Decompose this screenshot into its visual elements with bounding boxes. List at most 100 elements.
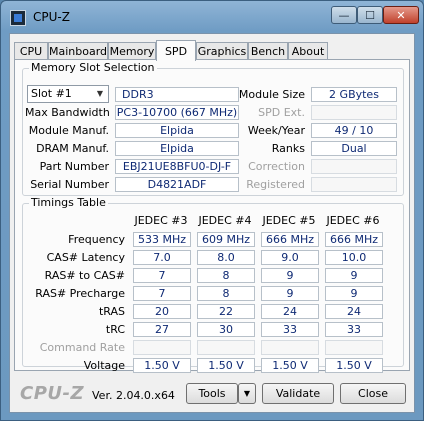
cpuz-app-icon [10,10,26,26]
timing-value: 20 [133,304,191,319]
correction-value [311,159,397,174]
timing-value: 8.0 [197,250,255,265]
dram-manuf-label: DRAM Manuf. [36,142,109,155]
close-button[interactable]: Close [340,383,406,404]
timing-value [325,340,383,355]
dram-manuf-value: Elpida [115,141,239,156]
week-year-value: 49 / 10 [311,123,397,138]
timing-value: 22 [197,304,255,319]
tab-graphics[interactable]: Graphics [196,42,248,60]
timing-value: 1.50 V [261,358,319,373]
timing-value [197,340,255,355]
registered-label: Registered [246,178,305,191]
window-title: CPU-Z [33,10,70,24]
part-number-label: Part Number [39,160,109,173]
serial-number-label: Serial Number [30,178,109,191]
close-button-label: Close [358,387,388,400]
timing-value: 27 [133,322,191,337]
timing-column-header: JEDEC #4 [198,214,252,227]
timing-row-label: Frequency [68,233,125,246]
title-bar[interactable]: CPU-Z — ☐ ✕ [1,1,423,33]
timing-value: 9 [261,268,319,283]
timing-value: 24 [261,304,319,319]
timing-row-label: CAS# Latency [46,251,125,264]
tools-button[interactable]: Tools [186,383,238,404]
timing-column-header: JEDEC #5 [262,214,316,227]
footer-bar: CPU-Z Ver. 2.04.0.x64 Tools ▼ Validate C… [10,376,414,412]
slot-select-value: Slot #1 [31,87,72,100]
timing-value: 10.0 [325,250,383,265]
timing-value [133,340,191,355]
week-year-label: Week/Year [247,124,305,137]
serial-number-value: D4821ADF [115,177,239,192]
module-size-value: 2 GBytes [311,87,397,102]
timing-value: 7 [133,286,191,301]
spd-ext-label: SPD Ext. [258,106,305,119]
timing-row-label: tRAS [98,305,125,318]
registered-value [311,177,397,192]
timing-value: 666 MHz [261,232,319,247]
timings-group-title: Timings Table [29,196,108,209]
validate-button-label: Validate [275,387,321,400]
timing-value: 9 [261,286,319,301]
client-area: CPU Mainboard Memory SPD Graphics Bench … [9,33,415,413]
timing-value: 666 MHz [325,232,383,247]
max-bandwidth-value: PC3-10700 (667 MHz) [115,105,239,120]
correction-label: Correction [248,160,305,173]
timing-value: 9.0 [261,250,319,265]
tab-mainboard[interactable]: Mainboard [48,42,108,60]
cpuz-logo-text: CPU-Z [20,383,85,404]
tab-about[interactable]: About [288,42,328,60]
chevron-down-icon: ▼ [243,389,251,398]
validate-button[interactable]: Validate [262,383,334,404]
max-bandwidth-label: Max Bandwidth [25,106,110,119]
tools-dropdown-button[interactable]: ▼ [238,383,256,404]
timing-value [261,340,319,355]
timing-value: 1.50 V [325,358,383,373]
timing-row-label: Voltage [83,359,125,372]
timing-value: 7 [133,268,191,283]
module-manuf-label: Module Manuf. [28,124,109,137]
timing-column-header: JEDEC #6 [326,214,380,227]
module-manuf-value: Elpida [115,123,239,138]
maximize-button[interactable]: ☐ [357,6,383,24]
memory-slot-group-title: Memory Slot Selection [29,61,157,74]
timing-row-label: Command Rate [39,341,125,354]
timing-value: 7.0 [133,250,191,265]
memory-type-value: DDR3 [115,87,239,102]
tab-memory[interactable]: Memory [108,42,156,60]
timing-row-label: RAS# to CAS# [44,269,125,282]
timing-value: 24 [325,304,383,319]
timing-value: 33 [325,322,383,337]
tools-button-label: Tools [198,387,226,400]
timing-value: 33 [261,322,319,337]
module-size-label: Module Size [238,88,305,101]
version-text: Ver. 2.04.0.x64 [92,389,175,402]
tab-bench[interactable]: Bench [248,42,288,60]
cpuz-window: CPU-Z — ☐ ✕ CPU Mainboard Memory SPD Gra… [0,0,424,421]
timing-value: 533 MHz [133,232,191,247]
timing-row-label: tRC [105,323,125,336]
minimize-icon: — [338,8,350,22]
timing-value: 9 [325,268,383,283]
memory-slot-group: Memory Slot Selection Slot #1 ▼ DDR3 Max… [22,61,404,196]
timing-row-label: RAS# Precharge [35,287,125,300]
timing-value: 609 MHz [197,232,255,247]
tab-cpu[interactable]: CPU [14,42,48,60]
timing-value: 8 [197,286,255,301]
spd-ext-value [311,105,397,120]
slot-select[interactable]: Slot #1 ▼ [27,85,109,103]
maximize-icon: ☐ [365,8,375,22]
ranks-value: Dual [311,141,397,156]
timing-value: 1.50 V [133,358,191,373]
spd-panel: Memory Slot Selection Slot #1 ▼ DDR3 Max… [14,59,410,373]
timing-value: 9 [325,286,383,301]
minimize-button[interactable]: — [331,6,357,24]
part-number-value: EBJ21UE8BFU0-DJ-F [115,159,239,174]
close-window-button[interactable]: ✕ [383,6,419,24]
timing-value: 8 [197,268,255,283]
timing-column-header: JEDEC #3 [134,214,188,227]
ranks-label: Ranks [271,142,305,155]
tab-spd[interactable]: SPD [156,40,196,61]
timings-group: Timings Table JEDEC #3 JEDEC #4 JEDEC #5… [22,196,404,373]
